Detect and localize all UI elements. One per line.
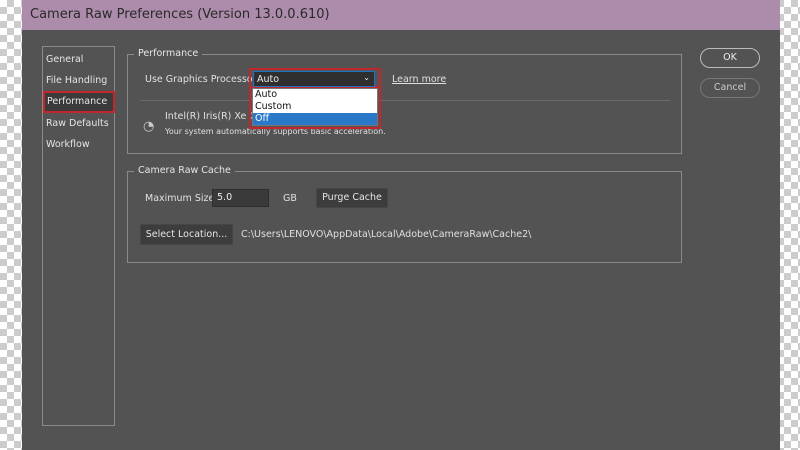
gpu-select-highlight: Auto ⌄ xyxy=(249,68,381,88)
learn-more-link[interactable]: Learn more xyxy=(392,74,446,85)
sidebar: General File Handling Performance Raw De… xyxy=(42,46,115,426)
performance-group: Performance Use Graphics Processor: Lear… xyxy=(127,48,682,154)
option-custom[interactable]: Custom xyxy=(253,101,377,113)
preferences-dialog: Camera Raw Preferences (Version 13.0.0.6… xyxy=(22,0,780,450)
sidebar-item-raw-defaults[interactable]: Raw Defaults xyxy=(46,118,109,129)
gpu-name: Intel(R) Iris(R) Xe Gr xyxy=(165,111,261,122)
option-auto[interactable]: Auto xyxy=(253,89,377,101)
ok-button[interactable]: OK xyxy=(700,48,760,68)
unit-label: GB xyxy=(283,193,297,204)
cancel-button[interactable]: Cancel xyxy=(700,78,760,98)
gpu-label: Use Graphics Processor: xyxy=(145,74,260,85)
cache-heading: Camera Raw Cache xyxy=(134,165,235,176)
max-size-label: Maximum Size: xyxy=(145,193,218,204)
select-location-button[interactable]: Select Location... xyxy=(140,224,233,245)
divider xyxy=(140,100,670,101)
performance-heading: Performance xyxy=(134,48,203,59)
option-off[interactable]: Off xyxy=(253,113,377,125)
sidebar-item-performance[interactable]: Performance xyxy=(43,91,115,113)
chevron-down-icon: ⌄ xyxy=(363,73,370,82)
gpu-dropdown-menu: Auto Custom Off xyxy=(252,88,378,126)
gpu-select[interactable]: Auto ⌄ xyxy=(253,71,375,87)
cache-path: C:\Users\LENOVO\AppData\Local\Adobe\Came… xyxy=(241,229,532,240)
sidebar-item-file-handling[interactable]: File Handling xyxy=(46,75,107,86)
gpu-select-value: Auto xyxy=(257,74,280,85)
sidebar-item-workflow[interactable]: Workflow xyxy=(46,139,90,150)
sidebar-item-general[interactable]: General xyxy=(46,54,83,65)
max-size-input[interactable]: 5.0 xyxy=(212,189,269,207)
purge-cache-button[interactable]: Purge Cache xyxy=(316,188,388,208)
cache-group: Camera Raw Cache Maximum Size: 5.0 GB Pu… xyxy=(127,165,682,263)
title-bar: Camera Raw Preferences (Version 13.0.0.6… xyxy=(22,0,780,30)
gauge-icon: ◔ xyxy=(143,119,155,134)
